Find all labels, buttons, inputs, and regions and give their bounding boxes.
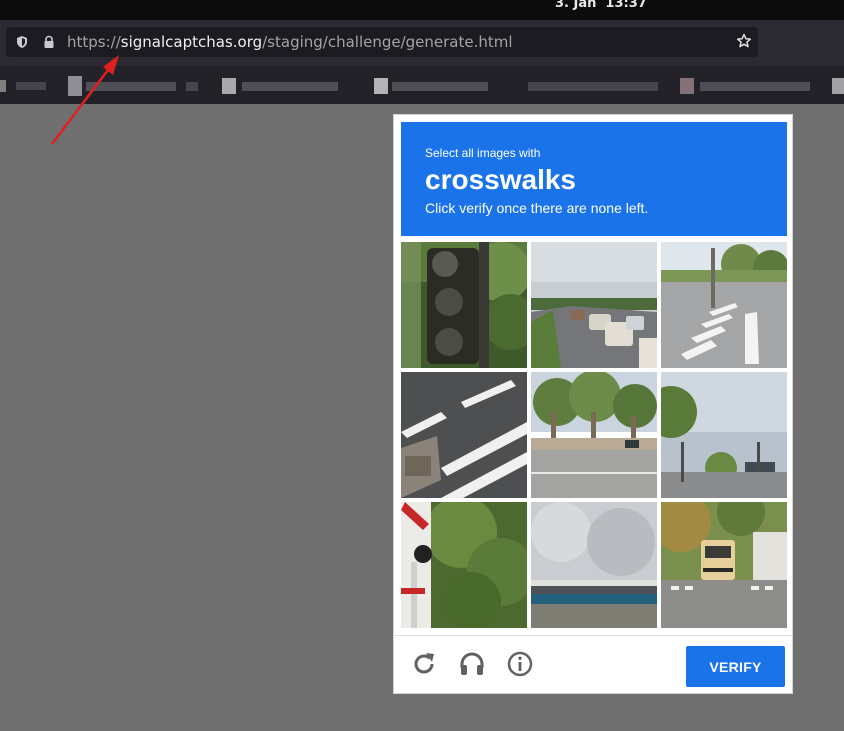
captcha-image-grid — [401, 242, 787, 628]
url-scheme: https:// — [67, 33, 121, 51]
captcha-tile-crosswalk-corner[interactable] — [661, 242, 787, 368]
lock-icon[interactable] — [42, 35, 56, 49]
url-domain: signalcaptchas.org — [120, 33, 263, 51]
url-path: /staging/challenge/generate.html — [262, 33, 513, 51]
system-bar: 3. Jan 13:37 — [0, 0, 844, 20]
captcha-widget: Select all images with crosswalks Click … — [393, 114, 793, 694]
address-bar[interactable]: https://signalcaptchas.org/staging/chall… — [6, 27, 758, 57]
shield-icon[interactable] — [15, 35, 29, 49]
bookmark-star-icon[interactable] — [736, 33, 752, 49]
headphones-icon[interactable] — [458, 650, 486, 678]
verify-button[interactable]: VERIFY — [686, 646, 785, 687]
captcha-tile-building-roof[interactable] — [531, 502, 657, 628]
captcha-footer: VERIFY — [394, 635, 792, 694]
captcha-tile-traffic-signal[interactable] — [401, 242, 527, 368]
prompt-hint: Click verify once there are none left. — [425, 200, 649, 216]
browser-toolbar: https://signalcaptchas.org/staging/chall… — [0, 20, 844, 66]
prompt-target: crosswalks — [425, 164, 576, 195]
captcha-tile-crosswalk-stripes[interactable] — [401, 372, 527, 498]
captcha-tile-intersection[interactable] — [661, 372, 787, 498]
info-icon[interactable] — [506, 650, 534, 678]
captcha-tile-palm-trees-road[interactable] — [531, 372, 657, 498]
captcha-tile-highway-traffic[interactable] — [531, 242, 657, 368]
prompt-intro: Select all images with — [425, 146, 541, 160]
refresh-icon[interactable] — [410, 650, 438, 678]
captcha-header: Select all images with crosswalks Click … — [401, 122, 787, 236]
captcha-tile-school-bus-street[interactable] — [661, 502, 787, 628]
bookmarks-bar — [0, 66, 844, 104]
url-text[interactable]: https://signalcaptchas.org/staging/chall… — [67, 33, 513, 51]
captcha-tile-railroad-crossing[interactable] — [401, 502, 527, 628]
blurred-bookmarks — [0, 76, 844, 96]
system-clock: 3. Jan 13:37 — [555, 0, 647, 11]
